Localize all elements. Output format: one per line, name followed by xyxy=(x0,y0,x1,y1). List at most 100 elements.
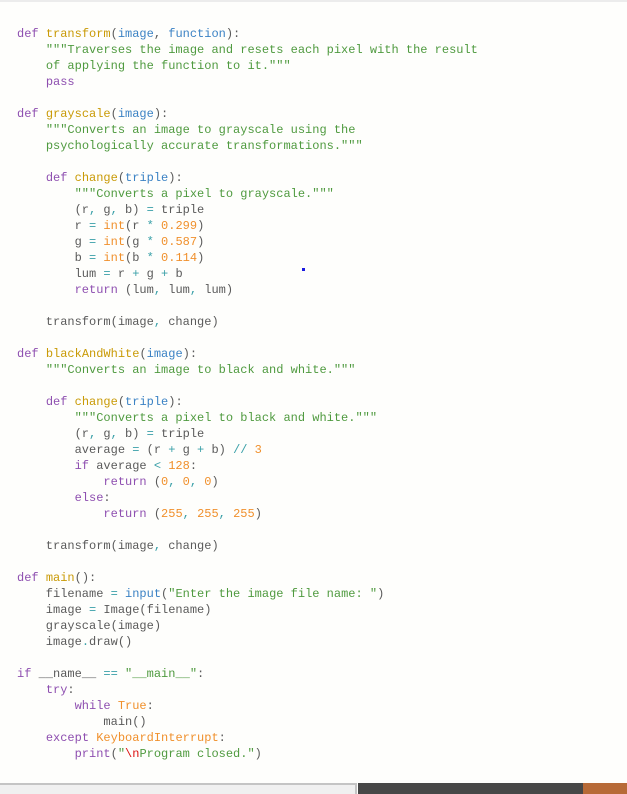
code-token: (r xyxy=(17,427,90,441)
operator-token: * xyxy=(146,219,154,233)
code-line[interactable]: transform(image, change) xyxy=(17,314,627,330)
code-line[interactable]: def change(triple): xyxy=(17,170,627,186)
code-line[interactable]: def change(triple): xyxy=(17,394,627,410)
keyword-token: def xyxy=(45,171,68,185)
horizontal-scrollbar[interactable] xyxy=(0,783,357,794)
code-token: b xyxy=(168,267,183,281)
code-line[interactable]: """Converts an image to black and white.… xyxy=(17,362,627,378)
code-line[interactable]: b = int(b * 0.114) xyxy=(17,250,627,266)
code-line[interactable] xyxy=(17,298,627,314)
operator-token: == xyxy=(103,667,118,681)
code-token: lum xyxy=(161,283,190,297)
code-token: ( xyxy=(117,395,126,409)
code-line[interactable]: (r, g, b) = triple xyxy=(17,426,627,442)
string-token: """Traverses the image and resets each p… xyxy=(45,43,478,57)
code-line[interactable]: main() xyxy=(17,714,627,730)
code-line[interactable]: def main(): xyxy=(17,570,627,586)
code-token: (b xyxy=(125,251,147,265)
code-token: b xyxy=(17,251,90,265)
code-token: ( xyxy=(146,507,162,521)
code-line[interactable]: def grayscale(image): xyxy=(17,106,627,122)
code-line[interactable]: """Traverses the image and resets each p… xyxy=(17,42,627,58)
keyword-token: def xyxy=(17,107,39,121)
code-line[interactable]: filename = input("Enter the image file n… xyxy=(17,586,627,602)
parameter-token: triple xyxy=(125,395,169,409)
string-token: """Converts an image to grayscale using … xyxy=(45,123,356,137)
code-line[interactable]: return (0, 0, 0) xyxy=(17,474,627,490)
code-line[interactable]: r = int(r * 0.299) xyxy=(17,218,627,234)
code-line[interactable]: transform(image, change) xyxy=(17,538,627,554)
code-line[interactable]: of applying the function to it.""" xyxy=(17,58,627,74)
code-line[interactable]: try: xyxy=(17,682,627,698)
code-line[interactable]: def blackAndWhite(image): xyxy=(17,346,627,362)
code-token: g xyxy=(139,267,162,281)
code-line[interactable]: print("\nProgram closed.") xyxy=(17,746,627,762)
code-token: : xyxy=(197,667,205,681)
keyword-token: return xyxy=(103,507,147,521)
code-token: lum) xyxy=(197,283,234,297)
operator-token: , xyxy=(110,427,118,441)
status-bar xyxy=(358,783,583,794)
code-line[interactable]: psychologically accurate transformations… xyxy=(17,138,627,154)
code-line[interactable] xyxy=(17,154,627,170)
code-line[interactable] xyxy=(17,330,627,346)
code-line[interactable]: g = int(g * 0.587) xyxy=(17,234,627,250)
code-line[interactable] xyxy=(17,554,627,570)
code-line[interactable]: """Converts a pixel to black and white."… xyxy=(17,410,627,426)
code-token: b) xyxy=(117,203,147,217)
code-token: ) xyxy=(254,747,262,761)
string-token: """Converts a pixel to black and white."… xyxy=(74,411,378,425)
number-token: 255 xyxy=(197,507,219,521)
code-line[interactable]: def transform(image, function): xyxy=(17,26,627,42)
code-line[interactable]: """Converts a pixel to grayscale.""" xyxy=(17,186,627,202)
code-line[interactable]: (r, g, b) = triple xyxy=(17,202,627,218)
operator-token: . xyxy=(81,635,90,649)
code-line[interactable]: except KeyboardInterrupt: xyxy=(17,730,627,746)
code-token: (r xyxy=(17,203,90,217)
code-token: (g xyxy=(125,235,147,249)
keyword-token: def xyxy=(17,571,39,585)
code-line[interactable]: return (lum, lum, lum) xyxy=(17,282,627,298)
code-line[interactable] xyxy=(17,650,627,666)
code-line[interactable] xyxy=(17,90,627,106)
code-line[interactable]: if average < 128: xyxy=(17,458,627,474)
keyword-token: return xyxy=(74,283,118,297)
code-token: image xyxy=(17,635,82,649)
operator-token: // xyxy=(233,443,248,457)
code-token: ): xyxy=(153,107,169,121)
code-line[interactable]: image = Image(filename) xyxy=(17,602,627,618)
code-line[interactable] xyxy=(17,378,627,394)
code-line[interactable]: if __name__ == "__main__": xyxy=(17,666,627,682)
code-line[interactable]: else: xyxy=(17,490,627,506)
code-line[interactable] xyxy=(17,522,627,538)
operator-token: = xyxy=(103,267,111,281)
code-line[interactable]: """Converts an image to grayscale using … xyxy=(17,122,627,138)
code-line[interactable]: pass xyxy=(17,74,627,90)
keyword-token: else xyxy=(74,491,104,505)
code-line[interactable]: average = (r + g + b) // 3 xyxy=(17,442,627,458)
operator-token: , xyxy=(189,475,198,489)
number-token: 0 xyxy=(182,475,190,489)
code-token: : xyxy=(218,731,226,745)
code-line[interactable]: grayscale(image) xyxy=(17,618,627,634)
window-top-border xyxy=(0,0,627,2)
code-line[interactable]: return (255, 255, 255) xyxy=(17,506,627,522)
code-line[interactable]: image.draw() xyxy=(17,634,627,650)
builtin-token: int xyxy=(103,251,126,265)
code-token: (r xyxy=(139,443,169,457)
code-line[interactable]: while True: xyxy=(17,698,627,714)
code-line[interactable]: lum = r + g + b xyxy=(17,266,627,282)
code-editor[interactable]: def transform(image, function): """Trave… xyxy=(17,26,627,762)
